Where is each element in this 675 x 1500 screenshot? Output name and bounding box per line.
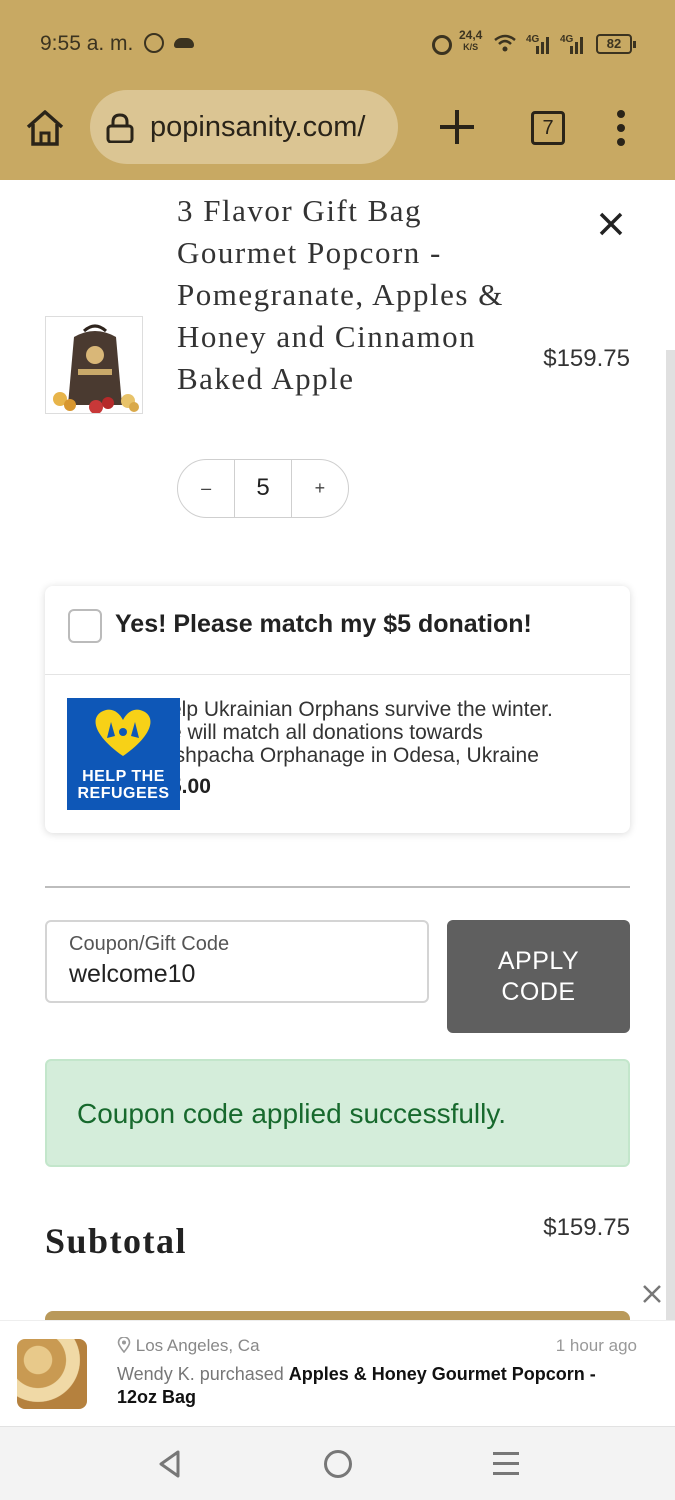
apply-code-button[interactable]: APPLY CODE: [447, 920, 630, 1033]
purchase-notification[interactable]: Los Angeles, Ca 1 hour ago Wendy K. purc…: [0, 1320, 675, 1426]
signal-icon: 4G: [526, 34, 549, 54]
notification-message: Wendy K. purchased Apples & Honey Gourme…: [117, 1363, 637, 1409]
status-time: 9:55 a. m.: [40, 32, 134, 55]
close-icon[interactable]: [641, 1283, 663, 1305]
badge-line: REFUGEES: [77, 785, 170, 802]
increment-button[interactable]: +: [292, 460, 348, 517]
success-message: Coupon code applied successfully.: [77, 1098, 507, 1129]
browser-chrome: 9:55 a. m. 24,4 K/S 4G 4G 82 popinsanity…: [0, 0, 675, 180]
apply-label-line: APPLY: [497, 947, 580, 975]
location-pin-icon: [117, 1336, 131, 1354]
signal-icon: 4G: [560, 34, 583, 54]
scrollbar[interactable]: [666, 350, 675, 1320]
status-bar: 9:55 a. m. 24,4 K/S 4G 4G 82: [0, 0, 675, 88]
cloud-icon: [174, 38, 194, 48]
coupon-field[interactable]: Coupon/Gift Code welcome10: [45, 920, 429, 1003]
donation-checkbox[interactable]: [68, 609, 102, 643]
tabs-icon[interactable]: 7: [531, 111, 565, 145]
donation-checkbox-label[interactable]: Yes! Please match my $5 donation!: [115, 610, 532, 639]
network-speed-value: 24,4: [459, 28, 483, 42]
donation-description: elp Ukrainian Orphans survive the winter…: [170, 698, 553, 767]
success-alert: Coupon code applied successfully.: [45, 1059, 630, 1167]
new-tab-icon[interactable]: [438, 108, 476, 146]
home-icon[interactable]: [22, 105, 68, 151]
donation-line: elp Ukrainian Orphans survive the winter…: [170, 698, 553, 721]
whatsapp-icon: [144, 33, 164, 53]
donation-header: Yes! Please match my $5 donation!: [45, 586, 630, 675]
heart-hands-icon: [95, 709, 151, 756]
recents-icon[interactable]: [493, 1452, 519, 1476]
home-nav-icon[interactable]: [324, 1450, 352, 1478]
popcorn-thumbnail: [17, 1339, 87, 1409]
donation-card: Yes! Please match my $5 donation! elp Uk…: [45, 586, 630, 833]
apply-label-line: CODE: [501, 978, 576, 1006]
page: 9:55 a. m. 24,4 K/S 4G 4G 82 popinsanity…: [0, 0, 675, 1500]
notification-time: 1 hour ago: [555, 1336, 637, 1355]
back-icon[interactable]: [156, 1449, 184, 1479]
help-refugees-badge: HELP THE REFUGEES: [67, 698, 180, 810]
item-price: $159.75: [543, 345, 630, 372]
notification-location: Los Angeles, Ca: [117, 1336, 260, 1356]
system-nav-bar: [0, 1426, 675, 1500]
donation-line: e will match all donations towards: [170, 721, 483, 744]
quantity-stepper: – 5 +: [177, 459, 349, 518]
signal-1-label: 4G: [526, 34, 540, 45]
buyer-text: Wendy K. purchased: [117, 1364, 289, 1384]
wifi-icon: [494, 34, 516, 52]
donation-line: ishpacha Orphanage in Odesa, Ukraine: [170, 744, 539, 767]
product-title[interactable]: 3 Flavor Gift Bag Gourmet Popcorn - Pome…: [177, 190, 507, 400]
more-icon[interactable]: [614, 110, 628, 146]
donation-body: elp Ukrainian Orphans survive the winter…: [45, 675, 630, 833]
location-text: Los Angeles, Ca: [135, 1336, 260, 1355]
badge-label: HELP THE REFUGEES: [67, 768, 180, 802]
coupon-field-label: Coupon/Gift Code: [69, 933, 230, 955]
signal-2-label: 4G: [560, 34, 574, 45]
lock-icon: [106, 113, 134, 143]
subtotal-value: $159.75: [543, 1214, 630, 1241]
alarm-icon: [432, 35, 452, 55]
quantity-value[interactable]: 5: [234, 460, 292, 517]
decrement-button[interactable]: –: [178, 460, 234, 517]
subtotal-label: Subtotal: [45, 1221, 188, 1261]
battery-icon: 82: [596, 34, 636, 54]
network-speed: 24,4 K/S: [459, 28, 483, 53]
coupon-field-value[interactable]: welcome10: [69, 960, 195, 989]
badge-line: HELP THE: [82, 768, 165, 785]
url-text[interactable]: popinsanity.com/: [150, 111, 365, 144]
product-image[interactable]: [45, 316, 143, 414]
divider: [45, 886, 630, 888]
popcorn-bag-image: [46, 317, 142, 413]
network-speed-unit: K/S: [463, 42, 479, 52]
remove-item-icon[interactable]: [597, 210, 625, 238]
